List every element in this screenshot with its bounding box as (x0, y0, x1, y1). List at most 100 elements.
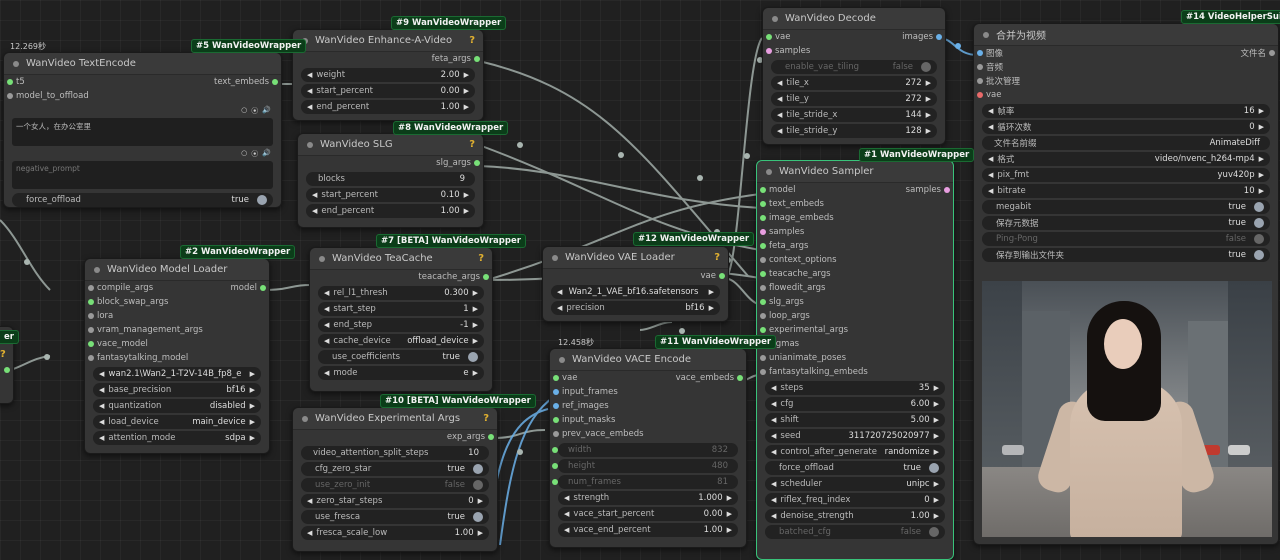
batched-cfg-toggle[interactable]: batched_cfg false (765, 525, 945, 539)
format-select[interactable]: ◀ 格式 video/nvenc_h264-mp4 ▶ (982, 152, 1270, 166)
output-socket[interactable] (474, 56, 480, 62)
increment-icon[interactable]: ▶ (926, 111, 931, 119)
partial-node-help[interactable]: ? (0, 349, 6, 360)
slg-start-percent-stepper[interactable]: ◀ start_percent 0.10 ▶ (306, 188, 475, 202)
strength-stepper[interactable]: ◀ strength 1.000 ▶ (558, 491, 738, 505)
ping-pong-toggle[interactable]: Ping-Pong false (982, 232, 1270, 246)
next-icon[interactable]: ▶ (709, 288, 714, 296)
video-preview[interactable] (982, 281, 1272, 537)
increment-icon[interactable]: ▶ (926, 127, 931, 135)
help-icon[interactable]: ? (483, 413, 489, 424)
start-percent-stepper[interactable]: ◀ start_percent 0.00 ▶ (301, 84, 475, 98)
input-socket[interactable] (977, 78, 983, 84)
vae-precision-select[interactable]: ◀ precision bf16 ▶ (551, 301, 720, 315)
input-socket[interactable] (553, 375, 559, 381)
vace-encode-header[interactable]: WanVideo VACE Encode (550, 349, 746, 371)
end-step-stepper[interactable]: ◀ end_step -1 ▶ (318, 318, 484, 332)
collapse-dot[interactable] (772, 16, 778, 22)
shift-stepper[interactable]: ◀ shift 5.00 ▶ (765, 413, 945, 427)
tile-y-stepper[interactable]: ◀ tile_y 272 ▶ (771, 92, 937, 106)
next-icon[interactable]: ▶ (473, 337, 478, 345)
input-socket[interactable] (7, 93, 13, 99)
negative-prompt-field[interactable]: negative_prompt (12, 161, 273, 189)
cfg-stepper[interactable]: ◀ cfg 6.00 ▶ (765, 397, 945, 411)
next-icon[interactable]: ▶ (1259, 171, 1264, 179)
input-socket[interactable] (760, 243, 766, 249)
force-offload-toggle[interactable]: force_offload true (12, 193, 273, 207)
increment-icon[interactable]: ▶ (464, 191, 469, 199)
input-socket[interactable] (977, 50, 983, 56)
increment-icon[interactable]: ▶ (934, 416, 939, 424)
collapse-dot[interactable] (13, 61, 19, 67)
save-output-toggle[interactable]: 保存到输出文件夹 true (982, 248, 1270, 262)
input-socket[interactable] (766, 48, 772, 54)
combine-header[interactable]: 合并为视频 (974, 24, 1278, 46)
widget-socket[interactable] (552, 463, 558, 469)
steps-stepper[interactable]: ◀ steps 35 ▶ (765, 381, 945, 395)
experimental-header[interactable]: WanVideo Experimental Args ? (293, 408, 497, 430)
model-file-select[interactable]: ◀ wan2.1\Wan2_1-T2V-14B_fp8_e ▶ (93, 367, 261, 381)
increment-icon[interactable]: ▶ (727, 526, 732, 534)
collapse-dot[interactable] (307, 142, 313, 148)
next-icon[interactable]: ▶ (934, 448, 939, 456)
collapse-dot[interactable] (983, 32, 989, 38)
increment-icon[interactable]: ▶ (727, 494, 732, 502)
model-loader-header[interactable]: WanVideo Model Loader (85, 259, 269, 281)
enhance-header[interactable]: WanVideo Enhance-A-Video ? (293, 30, 483, 52)
target-icon[interactable]: ⦿ (251, 149, 258, 159)
scheduler-select[interactable]: ◀ scheduler unipc ▶ (765, 477, 945, 491)
input-socket[interactable] (760, 271, 766, 277)
decode-node[interactable]: WanVideo Decode vae images samples enabl… (762, 7, 946, 145)
circle-icon[interactable]: ○ (241, 106, 247, 116)
increment-icon[interactable]: ▶ (478, 497, 483, 505)
seed-stepper[interactable]: ◀ seed 311720725020977 ▶ (765, 429, 945, 443)
output-socket[interactable] (483, 274, 489, 280)
tile-stride-y-stepper[interactable]: ◀ tile_stride_y 128 ▶ (771, 124, 937, 138)
next-icon[interactable]: ▶ (473, 369, 478, 377)
input-socket[interactable] (977, 64, 983, 70)
next-icon[interactable]: ▶ (250, 402, 255, 410)
text-encode-node[interactable]: WanVideo TextEncode t5 text_embeds model… (3, 52, 282, 208)
input-socket[interactable] (760, 313, 766, 319)
help-icon[interactable]: ? (478, 253, 484, 264)
increment-icon[interactable]: ▶ (934, 496, 939, 504)
enable-vae-tiling-toggle[interactable]: enable_vae_tiling false (771, 60, 937, 74)
target-icon[interactable]: ⦿ (251, 106, 258, 116)
input-socket[interactable] (760, 215, 766, 221)
input-socket[interactable] (553, 417, 559, 423)
frame-rate-stepper[interactable]: ◀ 帧率 16 ▶ (982, 104, 1270, 118)
tile-x-stepper[interactable]: ◀ tile_x 272 ▶ (771, 76, 937, 90)
input-socket[interactable] (760, 369, 766, 375)
increment-icon[interactable]: ▶ (934, 512, 939, 520)
megabit-toggle[interactable]: megabit true (982, 200, 1270, 214)
next-icon[interactable]: ▶ (250, 370, 255, 378)
save-metadata-toggle[interactable]: 保存元数据 true (982, 216, 1270, 230)
vace-start-percent-stepper[interactable]: ◀ vace_start_percent 0.00 ▶ (558, 507, 738, 521)
next-icon[interactable]: ▶ (709, 304, 714, 312)
increment-icon[interactable]: ▶ (934, 400, 939, 408)
input-socket[interactable] (766, 34, 772, 40)
cfg-zero-star-toggle[interactable]: cfg_zero_star true (301, 462, 489, 476)
input-socket[interactable] (7, 79, 13, 85)
vace-end-percent-stepper[interactable]: ◀ vace_end_percent 1.00 ▶ (558, 523, 738, 537)
increment-icon[interactable]: ▶ (478, 529, 483, 537)
help-icon[interactable]: ? (469, 35, 475, 46)
output-socket[interactable] (719, 273, 725, 279)
cache-device-select[interactable]: ◀ cache_device offload_device ▶ (318, 334, 484, 348)
input-socket[interactable] (760, 299, 766, 305)
increment-icon[interactable]: ▶ (1259, 187, 1264, 195)
slg-node[interactable]: WanVideo SLG ? slg_args blocks 9 ◀ start_p… (297, 133, 484, 228)
sampler-force-offload-toggle[interactable]: force_offload true (765, 461, 945, 475)
collapse-dot[interactable] (94, 267, 100, 273)
output-socket[interactable] (260, 285, 266, 291)
increment-icon[interactable]: ▶ (473, 289, 478, 297)
input-socket[interactable] (88, 313, 94, 319)
vae-file-select[interactable]: ◀ Wan2_1_VAE_bf16.safetensors ▶ (551, 285, 720, 299)
decode-header[interactable]: WanVideo Decode (763, 8, 945, 30)
slg-end-percent-stepper[interactable]: ◀ end_percent 1.00 ▶ (306, 204, 475, 218)
input-socket[interactable] (88, 341, 94, 347)
input-socket[interactable] (760, 327, 766, 333)
increment-icon[interactable]: ▶ (727, 510, 732, 518)
increment-icon[interactable]: ▶ (926, 95, 931, 103)
input-socket[interactable] (760, 229, 766, 235)
